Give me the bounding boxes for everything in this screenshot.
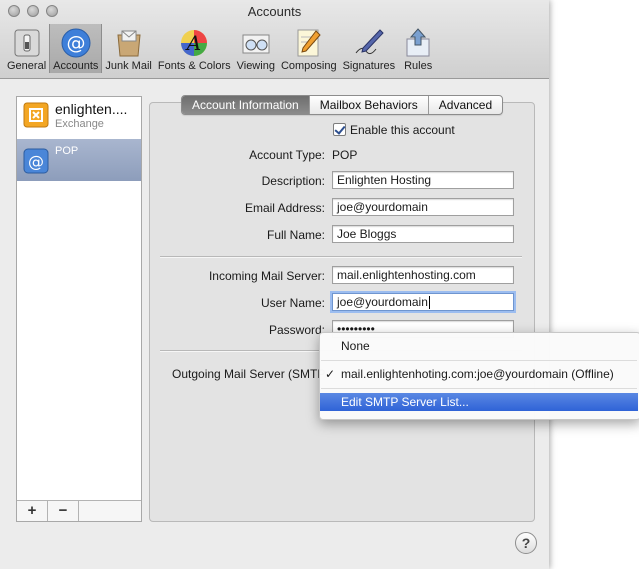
description-field[interactable]: Enlighten Hosting bbox=[332, 171, 514, 189]
menu-separator bbox=[321, 360, 637, 361]
title-bar: Accounts General @ Accounts Junk Mail A … bbox=[0, 0, 549, 79]
account-type-value: POP bbox=[332, 148, 358, 162]
incoming-server-field[interactable]: mail.enlightenhosting.com bbox=[332, 266, 514, 284]
outgoing-server-label: Outgoing Mail Server (SMTP bbox=[172, 367, 326, 381]
account-type: Exchange bbox=[55, 118, 104, 130]
edit-smtp-server-list[interactable]: Edit SMTP Server List... bbox=[320, 393, 638, 411]
toolbar-viewing[interactable]: Viewing bbox=[234, 24, 278, 73]
smtp-option-none-label: None bbox=[341, 339, 370, 353]
description-label: Description: bbox=[261, 174, 325, 188]
at-sign-icon: @ bbox=[61, 28, 91, 58]
user-name-label: User Name: bbox=[260, 296, 325, 310]
tab-account-information[interactable]: Account Information bbox=[182, 96, 309, 114]
toolbar-accounts[interactable]: @ Accounts bbox=[49, 24, 103, 73]
email-address-field[interactable]: joe@yourdomain bbox=[332, 198, 514, 216]
toolbar-rules[interactable]: Rules bbox=[398, 24, 438, 73]
incoming-server-label: Incoming Mail Server: bbox=[208, 269, 325, 283]
window-title: Accounts bbox=[247, 4, 302, 19]
svg-text:A: A bbox=[185, 31, 201, 55]
edit-smtp-server-list-label: Edit SMTP Server List... bbox=[341, 395, 469, 409]
svg-text:@: @ bbox=[28, 152, 44, 171]
account-name: enlighten.... bbox=[55, 102, 128, 117]
accounts-window: Accounts General @ Accounts Junk Mail A … bbox=[0, 0, 549, 569]
add-account-button[interactable]: + bbox=[17, 501, 48, 521]
section-divider bbox=[160, 256, 522, 258]
toolbar-junk-mail[interactable]: Junk Mail bbox=[102, 24, 154, 73]
accounts-list-controls: + − bbox=[17, 500, 141, 521]
fonts-colors-icon: A bbox=[181, 30, 208, 56]
composing-pencil-icon bbox=[297, 29, 321, 57]
toolbar-composing[interactable]: Composing bbox=[278, 24, 340, 73]
tab-advanced[interactable]: Advanced bbox=[427, 96, 502, 114]
toolbar-fonts-colors[interactable]: A Fonts & Colors bbox=[155, 24, 234, 73]
toolbar-general[interactable]: General bbox=[4, 24, 49, 73]
smtp-option-server-label: mail.enlightenhoting.com:joe@yourdomain … bbox=[341, 367, 614, 381]
text-caret bbox=[428, 296, 430, 310]
signature-pen-icon bbox=[355, 29, 384, 55]
account-type: POP bbox=[55, 145, 79, 157]
exchange-icon bbox=[23, 102, 49, 128]
junk-mail-icon bbox=[117, 30, 141, 57]
account-item-exchange[interactable]: enlighten.... Exchange bbox=[17, 97, 141, 139]
preferences-toolbar: General @ Accounts Junk Mail A Fonts & C… bbox=[4, 24, 438, 76]
settings-tabs: Account Information Mailbox Behaviors Ad… bbox=[181, 95, 504, 115]
smtp-option-none[interactable]: None bbox=[320, 337, 638, 355]
rules-arrows-icon bbox=[406, 28, 430, 57]
checkmark-icon: ✓ bbox=[325, 367, 336, 381]
full-name-field[interactable]: Joe Bloggs bbox=[332, 225, 514, 243]
account-settings-panel bbox=[149, 102, 535, 522]
smtp-server-menu: None ✓ mail.enlightenhoting.com:joe@your… bbox=[319, 332, 639, 420]
enable-account-label: Enable this account bbox=[350, 123, 455, 137]
viewing-glasses-icon bbox=[242, 34, 270, 54]
help-button[interactable]: ? bbox=[515, 532, 537, 554]
password-label: Password: bbox=[268, 323, 325, 337]
svg-text:@: @ bbox=[66, 32, 85, 54]
account-type-label: Account Type: bbox=[249, 148, 325, 162]
menu-separator bbox=[321, 388, 637, 389]
user-name-value: joe@yourdomain bbox=[337, 295, 428, 309]
user-name-field[interactable]: joe@yourdomain bbox=[332, 293, 514, 311]
remove-account-button[interactable]: − bbox=[48, 501, 79, 521]
email-address-label: Email Address: bbox=[244, 201, 325, 215]
account-item-pop[interactable]: @ POP bbox=[17, 139, 141, 181]
full-name-label: Full Name: bbox=[266, 228, 325, 242]
enable-account-checkbox[interactable] bbox=[333, 123, 346, 136]
general-switch-icon bbox=[14, 29, 40, 57]
accounts-list: enlighten.... Exchange @ POP + − bbox=[16, 96, 142, 522]
toolbar-signatures[interactable]: Signatures bbox=[340, 24, 399, 73]
at-sign-icon: @ bbox=[23, 148, 49, 174]
smtp-option-server[interactable]: ✓ mail.enlightenhoting.com:joe@yourdomai… bbox=[320, 365, 638, 383]
tab-mailbox-behaviors[interactable]: Mailbox Behaviors bbox=[308, 96, 428, 114]
